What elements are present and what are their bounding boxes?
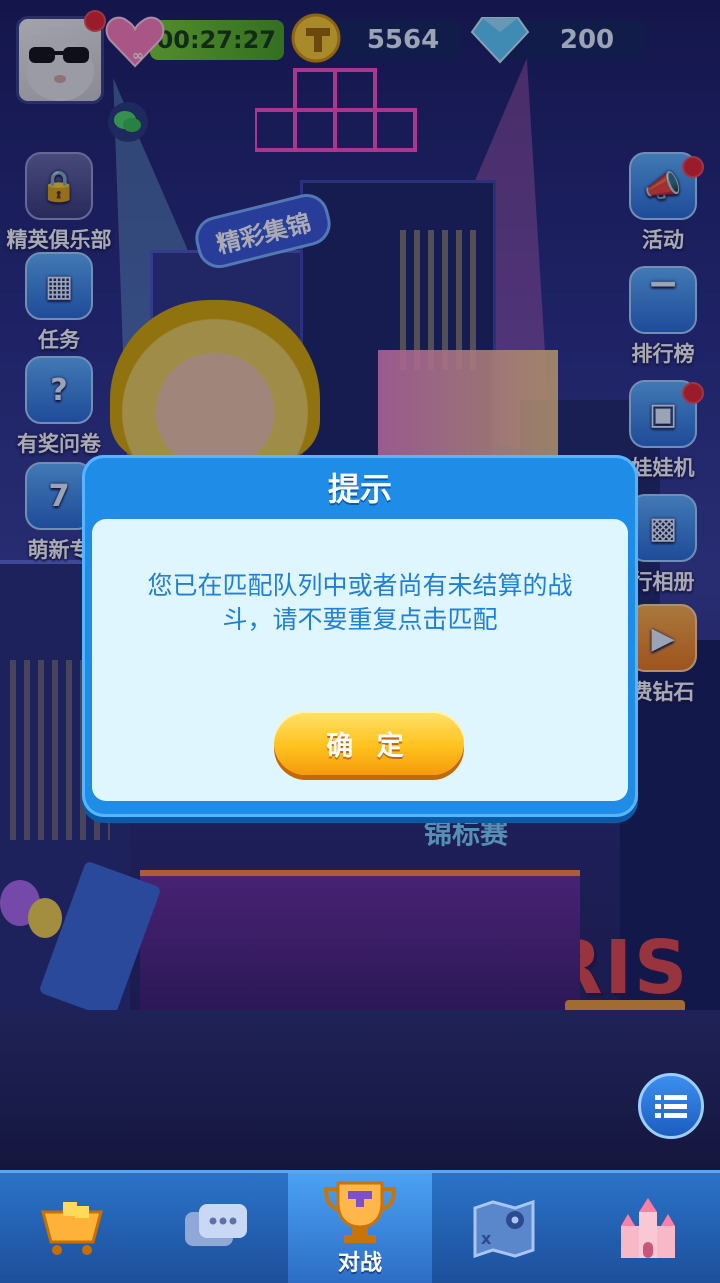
dialog-body: 您已在匹配队列中或者尚有未结算的战斗，请不要重复点击匹配 确 定 bbox=[92, 519, 628, 801]
trophy-icon bbox=[323, 1181, 397, 1243]
chat-icon bbox=[185, 1204, 247, 1246]
dialog-message: 您已在匹配队列中或者尚有未结算的战斗，请不要重复点击匹配 bbox=[147, 571, 573, 634]
nav-chat[interactable] bbox=[144, 1173, 288, 1283]
menu-list-button[interactable] bbox=[638, 1073, 704, 1139]
tip-dialog: 提示 您已在匹配队列中或者尚有未结算的战斗，请不要重复点击匹配 确 定 bbox=[82, 455, 638, 817]
dialog-title: 提示 bbox=[327, 470, 392, 508]
bottom-nav: 对战 x bbox=[0, 1170, 720, 1283]
nav-battle[interactable]: 对战 bbox=[288, 1173, 432, 1283]
svg-text:x: x bbox=[481, 1229, 492, 1248]
nav-label: 对战 bbox=[337, 1251, 382, 1276]
nav-castle[interactable] bbox=[576, 1173, 720, 1283]
nav-map[interactable]: x bbox=[432, 1173, 576, 1283]
map-icon: x bbox=[473, 1199, 535, 1258]
shop-cart-icon bbox=[41, 1202, 103, 1255]
confirm-button[interactable]: 确 定 bbox=[274, 711, 464, 775]
castle-icon bbox=[621, 1198, 675, 1258]
list-icon bbox=[655, 1095, 687, 1118]
nav-shop[interactable] bbox=[0, 1173, 144, 1283]
